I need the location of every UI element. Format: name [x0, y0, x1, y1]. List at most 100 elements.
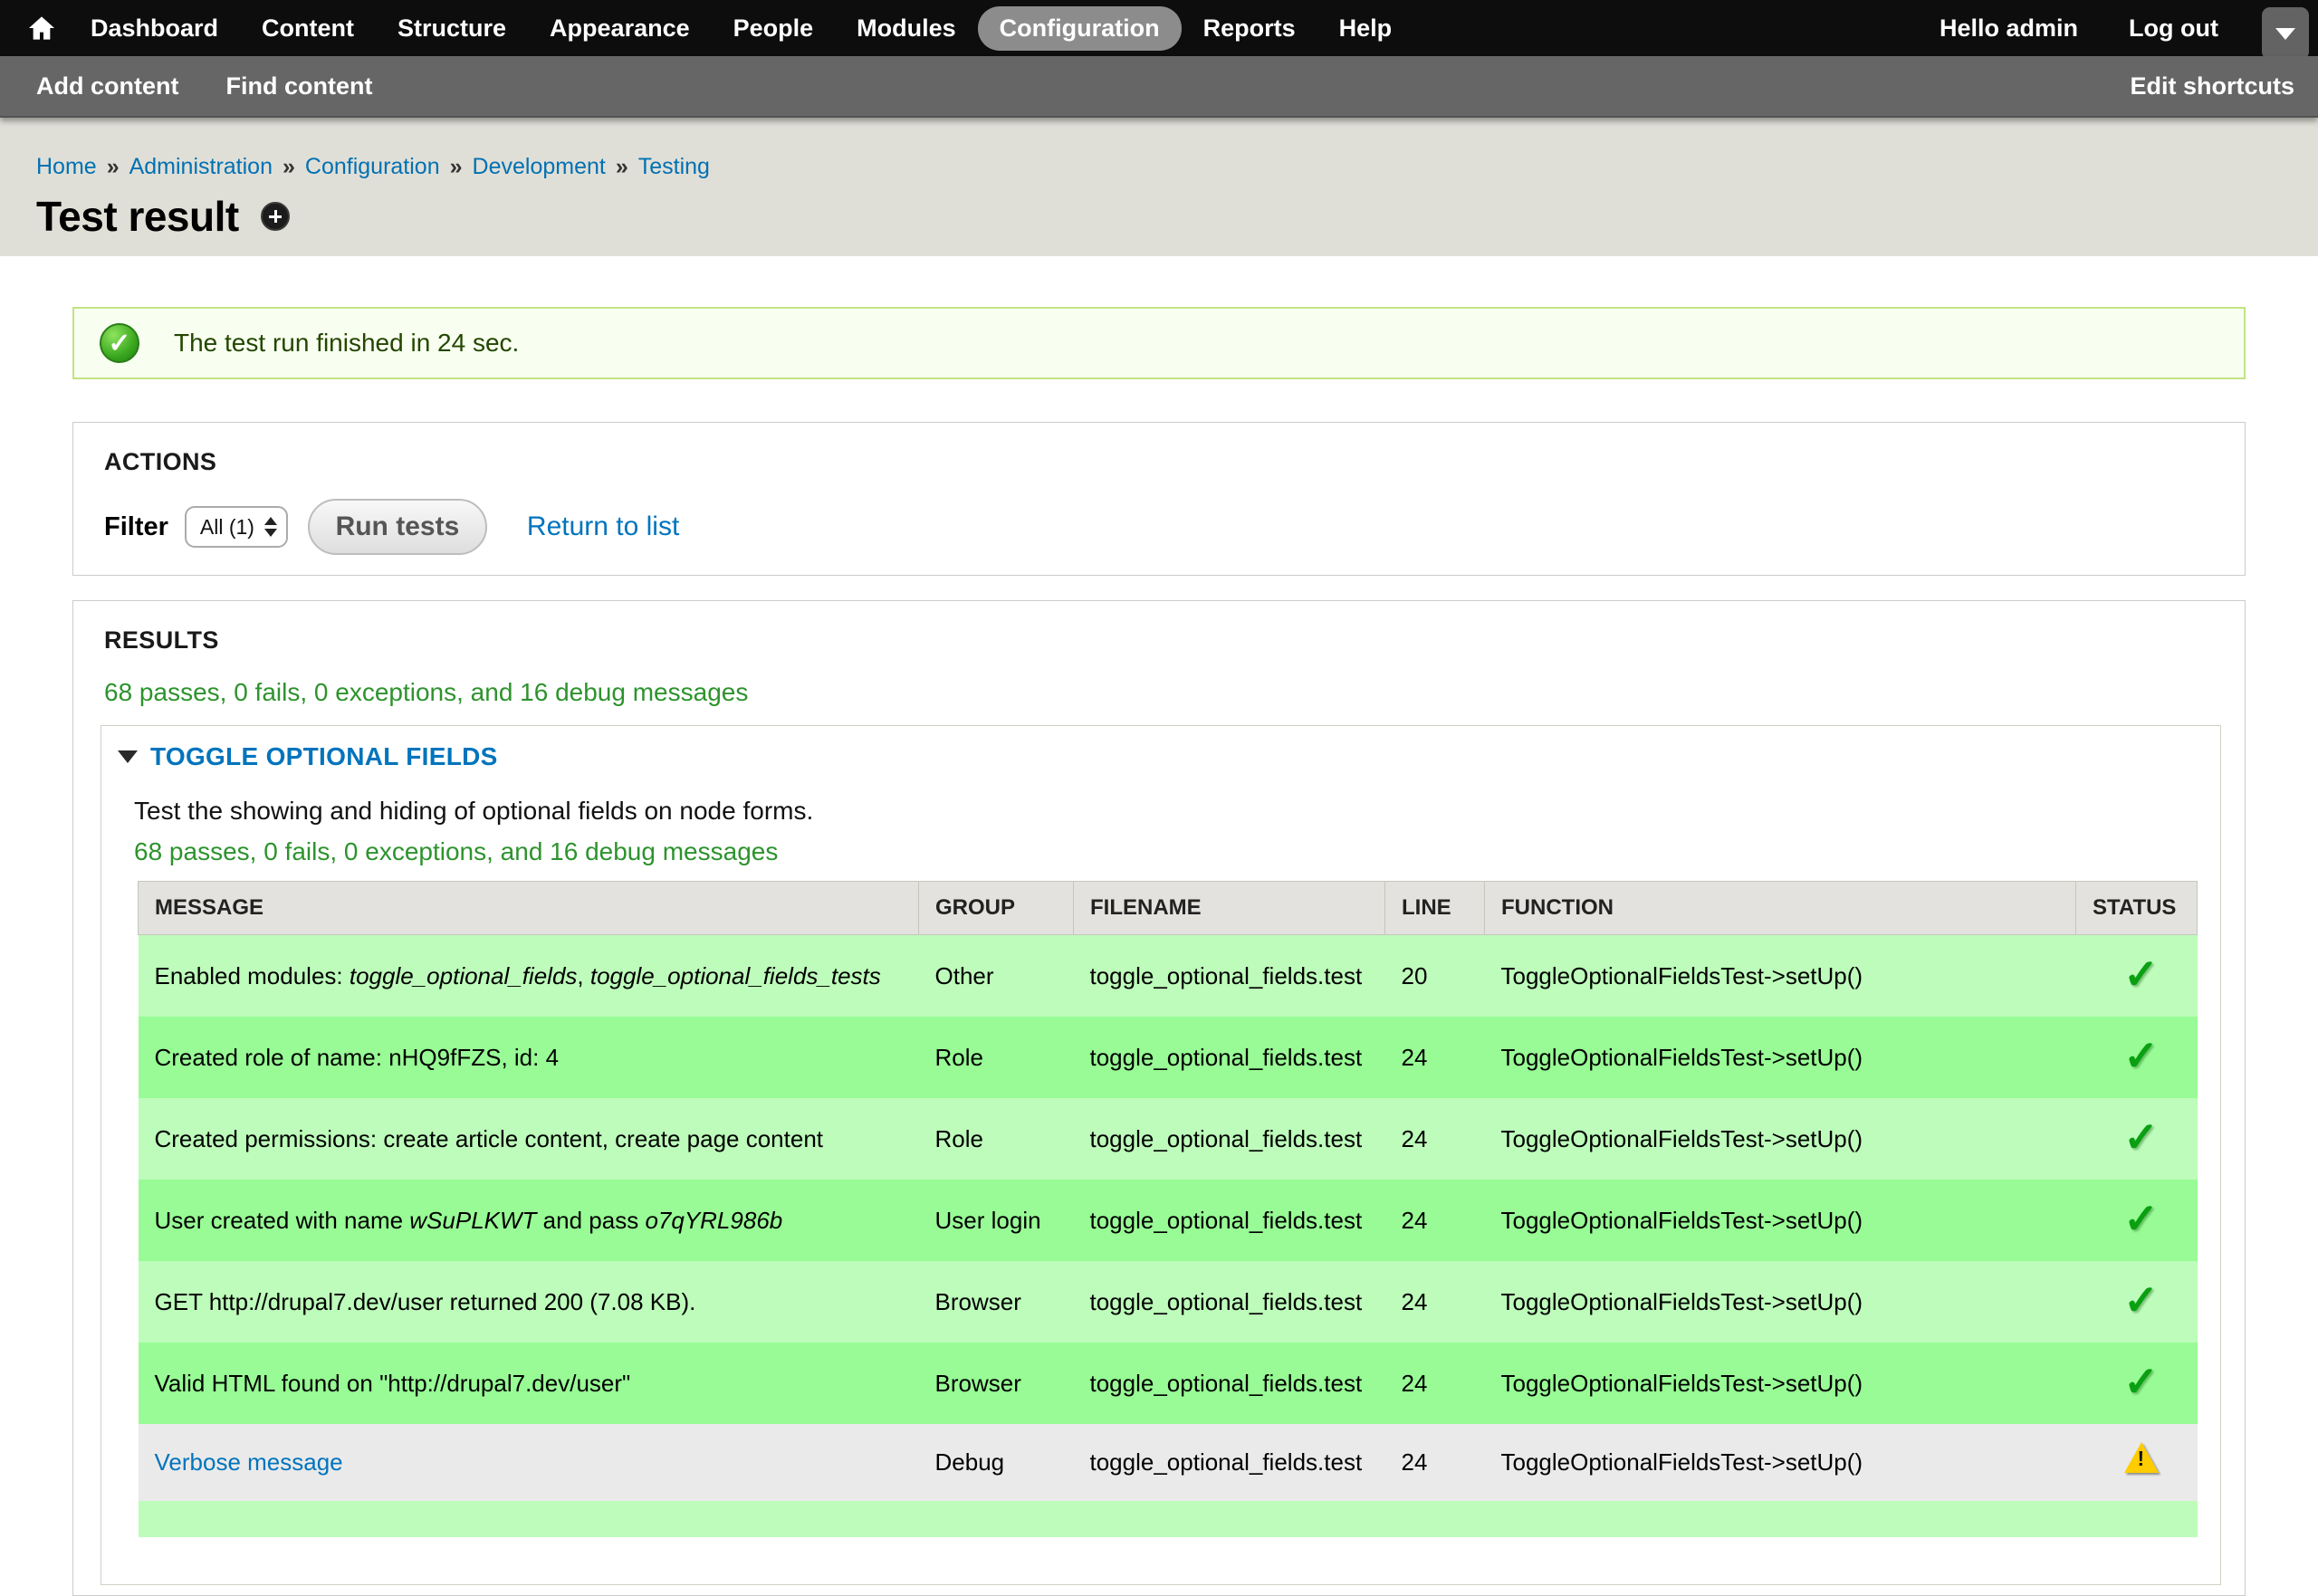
table-row: Valid HTML found on "http://drupal7.dev/… — [139, 1343, 2198, 1424]
add-shortcut-icon[interactable] — [261, 202, 290, 231]
return-to-list-link[interactable]: Return to list — [527, 511, 679, 542]
message-cell: Enabled modules: toggle_optional_fields,… — [139, 935, 919, 1018]
username-link[interactable]: admin — [2007, 14, 2079, 42]
run-tests-button[interactable]: Run tests — [308, 499, 487, 555]
filter-label: Filter — [104, 512, 168, 542]
message-italic-text: o7qYRL986b — [645, 1207, 782, 1234]
breadcrumb-separator: » — [616, 154, 628, 179]
message-text: User created with name — [155, 1207, 410, 1234]
shortcut-link-find-content[interactable]: Find content — [225, 72, 372, 100]
title-row: Test result — [36, 192, 290, 241]
line-cell: 24 — [1385, 1261, 1485, 1343]
table-row: Created role of name: nHQ9fFZS, id: 4Rol… — [139, 1017, 2198, 1098]
chevron-down-icon — [2275, 28, 2295, 40]
message-text: Created permissions: create article cont… — [155, 1125, 824, 1152]
status-ok-icon: ✓ — [100, 323, 139, 363]
breadcrumb-link-home[interactable]: Home — [36, 154, 97, 179]
edit-shortcuts-link[interactable]: Edit shortcuts — [2130, 72, 2294, 100]
menu-item-structure[interactable]: Structure — [376, 6, 528, 51]
filename-cell — [1074, 1501, 1385, 1537]
page-header: Home » Administration » Configuration » Develo… — [0, 118, 2318, 256]
breadcrumb-separator: » — [107, 154, 120, 179]
collapse-arrow-icon — [118, 750, 138, 763]
message-text: and pass — [536, 1207, 645, 1234]
breadcrumb: Home » Administration » Configuration » Develo… — [36, 154, 710, 180]
function-cell: ToggleOptionalFieldsTest->setUp() — [1485, 1098, 2076, 1180]
pass-check-icon: ✓ — [2123, 1113, 2159, 1161]
status-cell — [2076, 1424, 2198, 1501]
message-italic-text: toggle_optional_fields — [350, 962, 578, 989]
menu-item-dashboard[interactable]: Dashboard — [69, 6, 240, 51]
status-cell: ✓ — [2076, 935, 2198, 1018]
toolbar-toggle-tab[interactable] — [2262, 7, 2309, 60]
line-cell: 20 — [1385, 935, 1485, 1018]
breadcrumb-link-development[interactable]: Development — [473, 154, 606, 179]
status-cell: ✓ — [2076, 1098, 2198, 1180]
fieldset-legend: TOGGLE OPTIONAL FIELDS — [118, 742, 2220, 771]
filename-cell: toggle_optional_fields.test — [1074, 1180, 1385, 1261]
filename-cell: toggle_optional_fields.test — [1074, 935, 1385, 1018]
breadcrumb-separator: » — [283, 154, 295, 179]
function-cell — [1485, 1501, 2076, 1537]
verbose-message-link[interactable]: Verbose message — [155, 1448, 343, 1476]
filter-select[interactable]: All (1) — [185, 506, 288, 548]
message-cell: Valid HTML found on "http://drupal7.dev/… — [139, 1343, 919, 1424]
message-italic-text: toggle_optional_fields_tests — [590, 962, 881, 989]
logout-link[interactable]: Log out — [2129, 14, 2218, 43]
function-cell: ToggleOptionalFieldsTest->setUp() — [1485, 1180, 2076, 1261]
results-table-body: Enabled modules: toggle_optional_fields,… — [139, 935, 2198, 1538]
page-title: Test result — [36, 192, 239, 241]
message-cell: GET http://drupal7.dev/user returned 200… — [139, 1261, 919, 1343]
results-panel: RESULTS 68 passes, 0 fails, 0 exceptions… — [72, 600, 2246, 1596]
status-cell: ✓ — [2076, 1343, 2198, 1424]
actions-heading: ACTIONS — [104, 448, 2245, 476]
filename-cell: toggle_optional_fields.test — [1074, 1098, 1385, 1180]
column-header-function: FUNCTION — [1485, 882, 2076, 935]
menu-item-modules[interactable]: Modules — [835, 6, 978, 51]
menu-item-people[interactable]: People — [712, 6, 836, 51]
breadcrumb-link-administration[interactable]: Administration — [129, 154, 273, 179]
filename-cell: toggle_optional_fields.test — [1074, 1424, 1385, 1501]
message-cell: Created permissions: create article cont… — [139, 1098, 919, 1180]
status-message-text: The test run finished in 24 sec. — [174, 329, 519, 358]
menu-item-configuration[interactable]: Configuration — [978, 6, 1182, 51]
table-row: GET http://drupal7.dev/user returned 200… — [139, 1261, 2198, 1343]
function-cell: ToggleOptionalFieldsTest->setUp() — [1485, 1261, 2076, 1343]
status-cell: ✓ — [2076, 1017, 2198, 1098]
column-header-status: STATUS — [2076, 882, 2198, 935]
pass-check-icon: ✓ — [2123, 1358, 2159, 1405]
filename-cell: toggle_optional_fields.test — [1074, 1261, 1385, 1343]
fieldset-summary: 68 passes, 0 fails, 0 exceptions, and 16… — [134, 837, 2220, 866]
column-header-filename: FILENAME — [1074, 882, 1385, 935]
fieldset-description: Test the showing and hiding of optional … — [134, 797, 2220, 826]
results-heading: RESULTS — [104, 626, 2245, 655]
message-cell: User created with name wSuPLKWT and pass… — [139, 1180, 919, 1261]
pass-check-icon: ✓ — [2123, 1276, 2159, 1324]
filename-cell: toggle_optional_fields.test — [1074, 1017, 1385, 1098]
line-cell: 24 — [1385, 1424, 1485, 1501]
shortcut-link-add-content[interactable]: Add content — [36, 72, 178, 100]
menu-item-appearance[interactable]: Appearance — [528, 6, 712, 51]
breadcrumb-link-configuration[interactable]: Configuration — [305, 154, 440, 179]
breadcrumb-separator: » — [450, 154, 463, 179]
actions-row: Filter All (1) Run tests Return to list — [104, 499, 679, 555]
pass-check-icon: ✓ — [2123, 1032, 2159, 1079]
results-table-head-row: MESSAGEGROUPFILENAMELINEFUNCTIONSTATUS — [139, 882, 2198, 935]
breadcrumb-link-testing[interactable]: Testing — [638, 154, 710, 179]
message-cell: Created role of name: nHQ9fFZS, id: 4 — [139, 1017, 919, 1098]
menu-item-help[interactable]: Help — [1317, 6, 1414, 51]
table-row: Enabled modules: toggle_optional_fields,… — [139, 935, 2198, 1018]
menu-item-reports[interactable]: Reports — [1182, 6, 1317, 51]
group-cell: Debug — [919, 1424, 1074, 1501]
fieldset-legend-link[interactable]: TOGGLE OPTIONAL FIELDS — [150, 742, 498, 771]
group-cell: Role — [919, 1017, 1074, 1098]
function-cell: ToggleOptionalFieldsTest->setUp() — [1485, 1424, 2076, 1501]
message-cell — [139, 1501, 919, 1537]
home-icon[interactable] — [27, 14, 56, 43]
toolbar-account-links: Hello admin Log out — [1940, 14, 2218, 43]
shortcut-bar: Add content Find content Edit shortcuts — [0, 56, 2318, 118]
pass-check-icon: ✓ — [2123, 1195, 2159, 1242]
group-cell: Browser — [919, 1261, 1074, 1343]
menu-item-content[interactable]: Content — [240, 6, 376, 51]
status-cell: ✓ — [2076, 1261, 2198, 1343]
